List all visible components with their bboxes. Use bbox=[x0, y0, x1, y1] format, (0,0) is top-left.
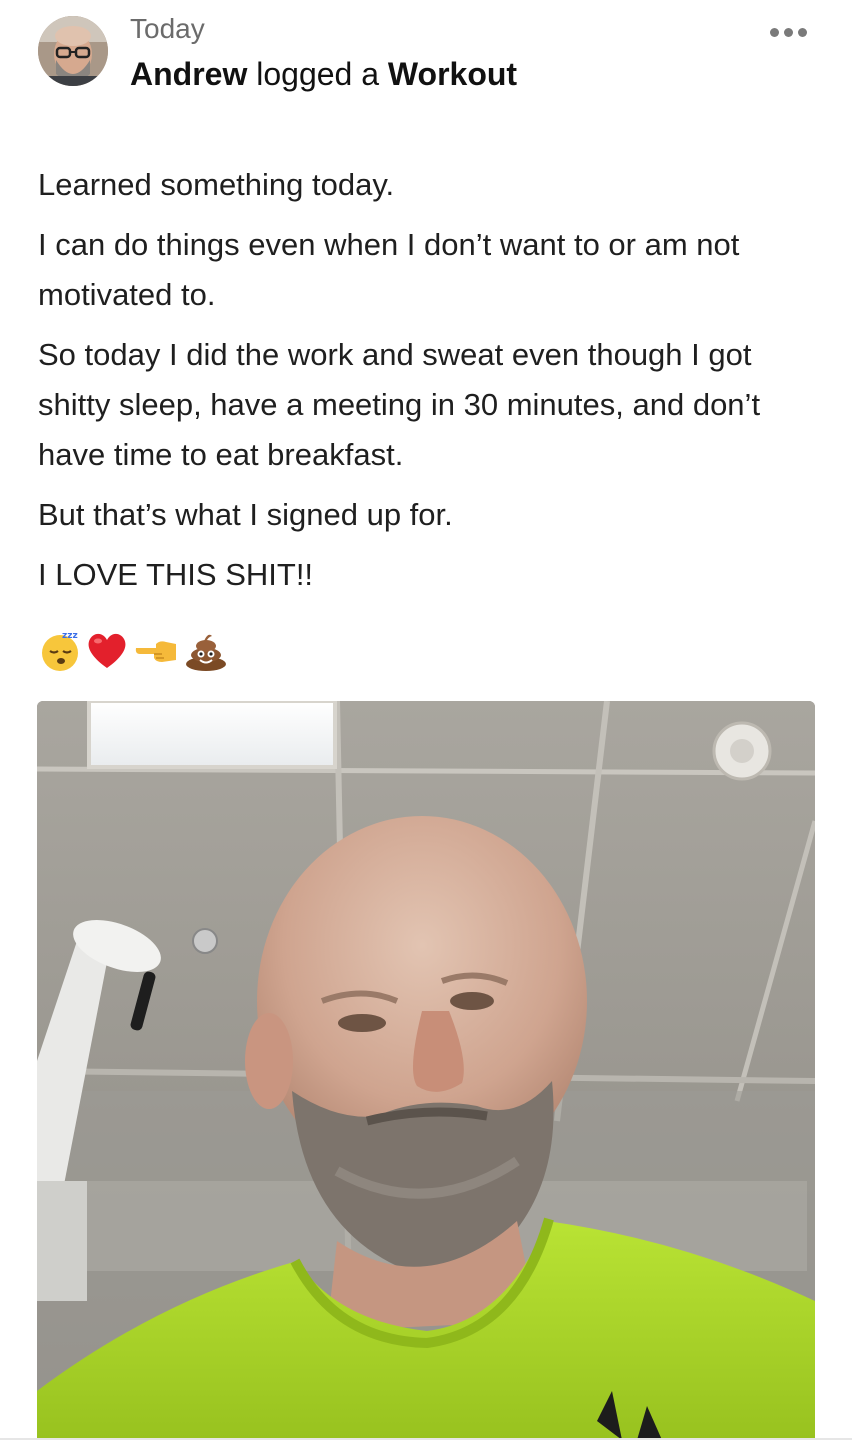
post-headline: Andrew logged a Workout bbox=[130, 54, 517, 94]
post-timestamp: Today bbox=[130, 13, 205, 44]
workout-photo[interactable] bbox=[37, 701, 815, 1440]
post-body: Learned something today. I can do things… bbox=[38, 160, 808, 610]
post-header: Today Andrew logged a Workout bbox=[0, 0, 852, 120]
author-name[interactable]: Andrew bbox=[130, 56, 247, 92]
pointing-left-emoji bbox=[135, 641, 176, 662]
emoji-row: zzz bbox=[38, 626, 230, 674]
workout-post: Today Andrew logged a Workout Learned so… bbox=[0, 0, 852, 1440]
selfie-image bbox=[37, 701, 815, 1440]
avatar-image bbox=[38, 16, 108, 86]
more-dot bbox=[783, 27, 793, 37]
pile-of-poo-emoji bbox=[186, 634, 226, 671]
more-horizontal-icon bbox=[769, 27, 779, 37]
more-options-button[interactable] bbox=[762, 16, 814, 48]
sleeping-face-emoji: zzz bbox=[42, 631, 78, 671]
more-dot bbox=[797, 27, 807, 37]
post-paragraph: But that’s what I signed up for. bbox=[38, 497, 453, 532]
avatar[interactable] bbox=[38, 16, 108, 86]
action-text: logged a bbox=[247, 56, 388, 92]
red-heart-emoji bbox=[88, 633, 126, 668]
post-paragraph: So today I did the work and sweat even t… bbox=[38, 337, 761, 472]
svg-text:zzz: zzz bbox=[62, 631, 78, 641]
post-paragraph: I can do things even when I don’t want t… bbox=[38, 227, 740, 312]
post-paragraph: Learned something today. bbox=[38, 167, 395, 202]
post-paragraph: I LOVE THIS SHIT!! bbox=[38, 557, 314, 592]
activity-type[interactable]: Workout bbox=[388, 56, 517, 92]
